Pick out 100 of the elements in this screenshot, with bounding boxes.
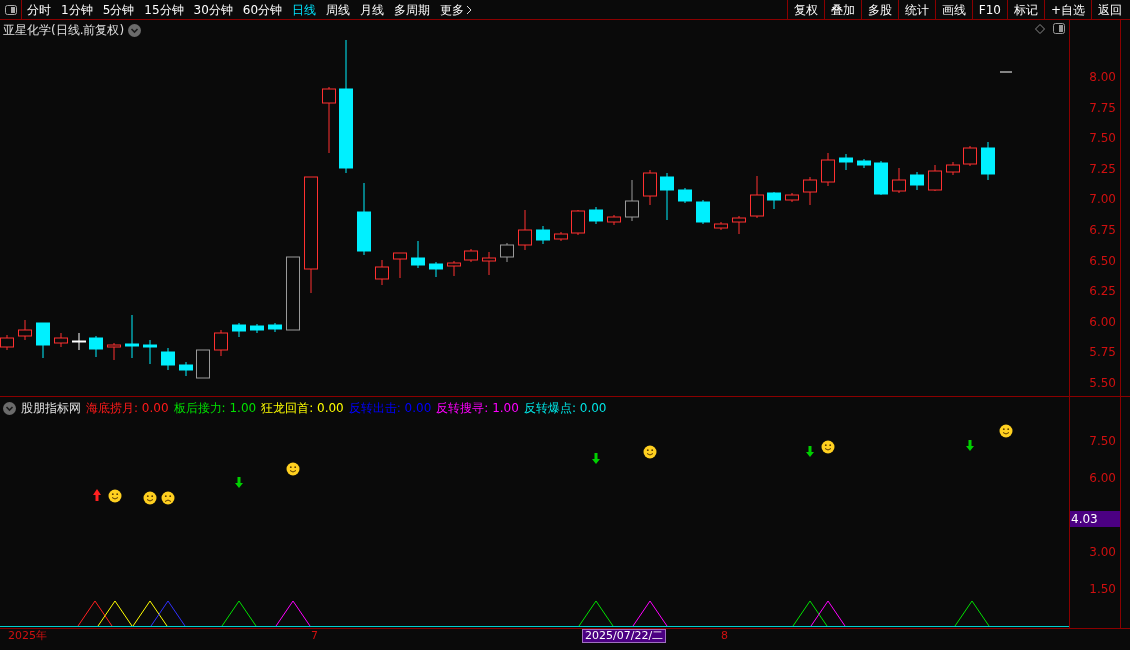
toolbar-button[interactable]: +自选: [1043, 0, 1091, 19]
candlestick: [250, 323, 264, 334]
period-tab[interactable]: 15分钟: [144, 0, 184, 19]
period-tab[interactable]: 周线: [326, 0, 351, 19]
candlestick: [767, 191, 781, 210]
candlestick: [643, 169, 657, 206]
smiley-icon: [643, 445, 657, 459]
toolbar-button[interactable]: F10: [971, 0, 1007, 19]
toolbar-button[interactable]: 画线: [934, 0, 972, 19]
candlestick: [89, 335, 103, 358]
candlestick: [714, 221, 728, 231]
candlestick: [607, 214, 621, 226]
price-axis-label: 7.00: [1089, 192, 1116, 207]
candlestick: [161, 347, 175, 371]
period-tab[interactable]: 分时: [27, 0, 51, 19]
toolbar-button[interactable]: 叠加: [823, 0, 861, 19]
cursor-date-label: 2025/07/22/二: [582, 629, 667, 643]
panel-toggle-icon[interactable]: [4, 4, 17, 15]
candlestick: [375, 259, 389, 286]
candlestick: [179, 361, 193, 377]
candlestick: [554, 231, 568, 242]
candlestick: [196, 349, 210, 379]
candlestick: [18, 319, 32, 341]
diamond-icon[interactable]: [1035, 23, 1045, 34]
smiley-icon: [999, 424, 1013, 438]
candlestick: [785, 192, 799, 203]
indicator-axis-label: 1.50: [1089, 582, 1116, 596]
more-button[interactable]: 更多: [440, 0, 473, 19]
candlestick: [821, 152, 835, 187]
candlestick: [72, 332, 86, 351]
candlestick: [411, 240, 425, 269]
candlestick: [393, 252, 407, 279]
period-tab[interactable]: 月线: [360, 0, 385, 19]
down-arrow-icon: [235, 477, 243, 488]
candlestick: [322, 86, 336, 154]
up-arrow-icon: [93, 489, 101, 501]
candlestick: [500, 242, 514, 263]
period-tab[interactable]: 30分钟: [193, 0, 233, 19]
period-tab[interactable]: 多周期: [394, 0, 431, 19]
toolbar-button[interactable]: 复权: [786, 0, 824, 19]
indicator-value: 板后接力: 1.00: [173, 400, 257, 417]
candlestick: [571, 209, 585, 236]
candlestick: [125, 314, 139, 359]
collapse-icon[interactable]: [3, 401, 16, 415]
frown-icon: [161, 491, 175, 505]
price-marker-line: [999, 71, 1013, 73]
collapse-icon[interactable]: [128, 23, 142, 37]
candlestick: [803, 176, 817, 206]
price-axis-label: 7.25: [1089, 161, 1116, 176]
candlestick: [660, 172, 674, 221]
indicator-value: 狂龙回首: 0.00: [261, 400, 344, 417]
candlestick: [910, 171, 924, 191]
candlestick: [214, 329, 228, 357]
indicator-axis-label: 7.50: [1089, 434, 1116, 448]
price-axis-label: 8.00: [1089, 70, 1116, 84]
indicator-axis-label: 3.00: [1089, 545, 1116, 559]
toolbar-button[interactable]: 统计: [897, 0, 935, 19]
toolbar-button[interactable]: 返回: [1091, 0, 1128, 19]
panel-toggle-icon[interactable]: [1053, 23, 1065, 34]
candlestick: [518, 209, 532, 251]
period-tab[interactable]: 5分钟: [102, 0, 135, 19]
price-axis-label: 7.50: [1089, 131, 1116, 146]
candlestick: [678, 187, 692, 204]
indicator-name: 股朋指标网: [21, 400, 81, 417]
period-tab[interactable]: 日线: [292, 0, 317, 19]
cursor-value-label: 4.03: [1070, 511, 1120, 527]
price-axis-label: 6.25: [1089, 284, 1116, 299]
indicator-axis-label: 6.00: [1089, 471, 1116, 485]
candlestick: [928, 164, 942, 192]
candlestick: [625, 179, 639, 222]
candlestick: [464, 248, 478, 263]
smiley-icon: [108, 489, 122, 503]
toolbar-button[interactable]: 标记: [1006, 0, 1044, 19]
smiley-icon: [143, 491, 157, 505]
candlestick: [482, 251, 496, 276]
price-axis-label: 7.75: [1089, 100, 1116, 115]
time-axis-label: 2025年: [8, 629, 47, 643]
price-axis-label: 5.75: [1089, 345, 1116, 360]
candlestick: [839, 153, 853, 171]
candlestick: [981, 141, 995, 181]
price-axis-label: 6.50: [1089, 253, 1116, 268]
stock-title: 亚星化学(日线.前复权): [3, 22, 125, 39]
down-arrow-icon: [806, 446, 814, 457]
price-axis-label: 6.00: [1089, 314, 1116, 329]
indicator-value: 反转爆点: 0.00: [523, 400, 607, 417]
period-tab[interactable]: 1分钟: [61, 0, 93, 19]
chevron-right-icon: [466, 4, 473, 15]
candlestick: [54, 332, 68, 348]
candlestick: [732, 215, 746, 235]
toolbar-button[interactable]: 多股: [860, 0, 898, 19]
price-axis-label: 5.50: [1089, 376, 1116, 390]
candlestick: [447, 260, 461, 277]
candlestick: [107, 342, 121, 361]
down-arrow-icon: [966, 440, 974, 451]
candlestick: [232, 322, 246, 338]
candlestick: [892, 167, 906, 194]
candlestick: [963, 145, 977, 167]
indicator-value: 反转出击: 0.00: [348, 400, 432, 417]
period-tab[interactable]: 60分钟: [242, 0, 283, 19]
candlestick: [874, 160, 888, 196]
